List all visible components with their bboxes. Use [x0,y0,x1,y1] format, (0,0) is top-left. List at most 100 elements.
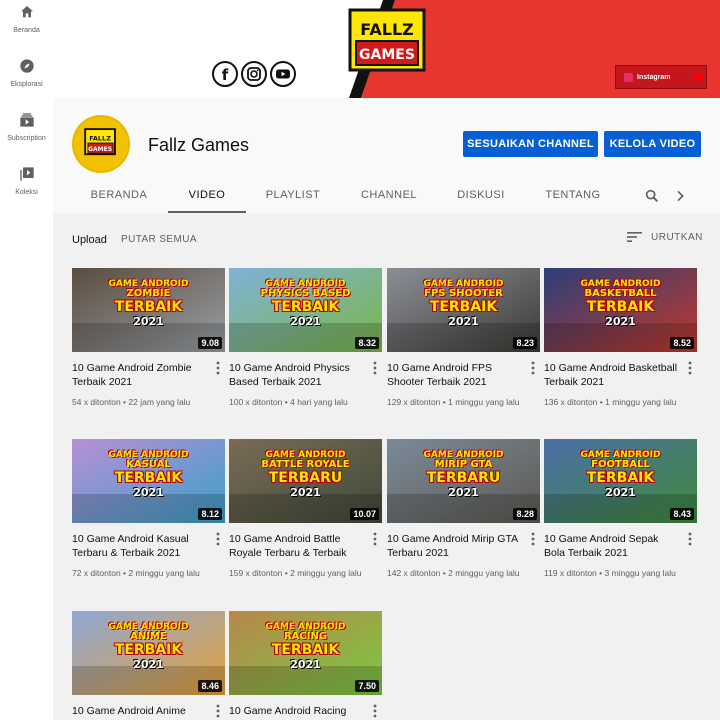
more-vert-icon[interactable] [687,361,693,375]
video-title[interactable]: 10 Game Android Battle Royale Terbaru & … [229,532,367,560]
duration-badge: 10.07 [350,508,379,520]
video-meta: 129 x ditonton • 1 minggu yang lalu [387,397,520,407]
video-title[interactable]: 10 Game Android Racing [229,704,367,718]
video-thumbnail[interactable]: GAME ANDROID PHYSICS BASED TERBAIK 2021 … [229,268,382,352]
view-count: 142 x ditonton [387,568,441,578]
video-card[interactable]: GAME ANDROID FPS SHOOTER TERBAIK 2021 8.… [387,268,540,407]
chevron-right-icon[interactable] [672,188,688,204]
more-vert-icon[interactable] [530,532,536,546]
banner-logo-line1: FALLZ [360,20,413,39]
facebook-icon[interactable]: f [212,61,238,87]
thumbnail-text: GAME ANDROID FOOTBALL TERBAIK 2021 [580,450,661,499]
video-card[interactable]: GAME ANDROID PHYSICS BASED TERBAIK 2021 … [229,268,382,407]
more-vert-icon[interactable] [215,532,221,546]
video-meta: 119 x ditonton • 3 minggu yang lalu [544,568,676,578]
video-card[interactable]: GAME ANDROID MIRIP GTA TERBARU 2021 8.28… [387,439,540,578]
search-icon[interactable] [644,188,660,204]
view-count: 72 x ditonton [72,568,121,578]
video-card[interactable]: GAME ANDROID ZOMBIE TERBAIK 2021 9.08 10… [72,268,225,407]
video-meta: 54 x ditonton • 22 jam yang lalu [72,397,191,407]
video-meta: 100 x ditonton • 4 hari yang lalu [229,397,348,407]
tab-channel[interactable]: CHANNEL [353,182,425,213]
upload-time: 1 minggu yang lalu [448,397,520,407]
avatar-line2: GAMES [88,146,112,153]
tab-beranda[interactable]: BERANDA [86,182,152,213]
svg-text:f: f [222,66,229,84]
video-card[interactable]: GAME ANDROID FOOTBALL TERBAIK 2021 8.43 … [544,439,697,578]
sidebar-item-label: Beranda [13,27,40,34]
duration-badge: 8.43 [670,508,694,520]
view-count: 100 x ditonton [229,397,283,407]
video-card[interactable]: GAME ANDROID ANIME TERBAIK 2021 8.46 10 … [72,611,225,718]
sidebar-item-library[interactable]: Koleksi [0,166,53,196]
more-vert-icon[interactable] [372,704,378,718]
thumbnail-text: GAME ANDROID ZOMBIE TERBAIK 2021 [108,279,189,328]
more-vert-icon[interactable] [215,361,221,375]
video-title[interactable]: 10 Game Android FPS Shooter Terbaik 2021 [387,361,525,389]
video-title[interactable]: 10 Game Android Sepak Bola Terbaik 2021 [544,532,682,560]
channel-tabs: BERANDA VIDEO PLAYLIST CHANNEL DISKUSI T… [53,182,720,213]
thumbnail-text: GAME ANDROID BATTLE ROYALE TERBARU 2021 [261,450,350,499]
more-vert-icon[interactable] [687,532,693,546]
more-vert-icon[interactable] [215,704,221,718]
upload-time: 1 minggu yang lalu [605,397,677,407]
video-thumbnail[interactable]: GAME ANDROID FPS SHOOTER TERBAIK 2021 8.… [387,268,540,352]
youtube-icon[interactable] [270,61,296,87]
video-card[interactable]: GAME ANDROID KASUAL TERBAIK 2021 8.12 10… [72,439,225,578]
tab-playlist[interactable]: PLAYLIST [258,182,328,213]
tab-tentang[interactable]: TENTANG [539,182,607,213]
sidebar-item-home[interactable]: Beranda [0,4,53,34]
video-meta: 142 x ditonton • 2 minggu yang lalu [387,568,520,578]
video-thumbnail[interactable]: GAME ANDROID BASKETBALL TERBAIK 2021 8.5… [544,268,697,352]
manage-videos-button[interactable]: KELOLA VIDEO [604,131,701,157]
compass-icon [19,59,34,73]
library-icon [19,167,34,181]
video-card[interactable]: GAME ANDROID BASKETBALL TERBAIK 2021 8.5… [544,268,697,407]
channel-banner: FALLZ GAMES f Instagram [53,0,720,98]
sidebar-item-label: Subscription [7,135,46,142]
more-vert-icon[interactable] [530,361,536,375]
thumbnail-text: GAME ANDROID ANIME TERBAIK 2021 [108,622,189,671]
sort-icon [627,232,642,242]
tab-diskusi[interactable]: DISKUSI [448,182,514,213]
duration-badge: 8.32 [355,337,379,349]
avatar-line1: FALLZ [89,134,111,142]
duration-badge: 8.12 [198,508,222,520]
duration-badge: 9.08 [198,337,222,349]
customize-channel-button[interactable]: SESUAIKAN CHANNEL [463,131,598,157]
video-title[interactable]: 10 Game Android Mirip GTA Terbaru 2021 [387,532,525,560]
video-title[interactable]: 10 Game Android Basketball Terbaik 2021 [544,361,682,389]
video-thumbnail[interactable]: GAME ANDROID ANIME TERBAIK 2021 8.46 [72,611,225,695]
video-title[interactable]: 10 Game Android Physics Based Terbaik 20… [229,361,367,389]
more-vert-icon[interactable] [372,361,378,375]
video-title[interactable]: 10 Game Android Kasual Terbaru & Terbaik… [72,532,210,560]
banner-links[interactable]: Instagram [615,65,707,89]
tab-video[interactable]: VIDEO [168,182,246,213]
video-thumbnail[interactable]: GAME ANDROID BATTLE ROYALE TERBARU 2021 … [229,439,382,523]
sidebar-item-label: Eksplorasi [10,81,43,88]
video-meta: 72 x ditonton • 2 minggu yang lalu [72,568,200,578]
video-title[interactable]: 10 Game Android Zombie Terbaik 2021 [72,361,210,389]
sidebar-item-subscriptions[interactable]: Subscription [0,112,53,142]
duration-badge: 8.52 [670,337,694,349]
more-vert-icon[interactable] [372,532,378,546]
video-card[interactable]: GAME ANDROID BATTLE ROYALE TERBARU 2021 … [229,439,382,578]
duration-badge: 7.50 [355,680,379,692]
avatar[interactable]: FALLZ GAMES [72,115,130,173]
video-thumbnail[interactable]: GAME ANDROID ZOMBIE TERBAIK 2021 9.08 [72,268,225,352]
play-all-button[interactable]: PUTAR SEMUA [121,234,197,245]
video-thumbnail[interactable]: GAME ANDROID KASUAL TERBAIK 2021 8.12 [72,439,225,523]
video-title[interactable]: 10 Game Android Anime [72,704,210,718]
view-count: 119 x ditonton [544,568,597,578]
video-card[interactable]: GAME ANDROID RACING TERBAIK 2021 7.50 10… [229,611,382,718]
video-section: Upload PUTAR SEMUA URUTKAN GAME ANDROID … [53,213,720,720]
sidebar-item-explore[interactable]: Eksplorasi [0,58,53,88]
view-count: 136 x ditonton [544,397,598,407]
video-thumbnail[interactable]: GAME ANDROID RACING TERBAIK 2021 7.50 [229,611,382,695]
thumbnail-text: GAME ANDROID FPS SHOOTER TERBAIK 2021 [423,279,504,328]
video-thumbnail[interactable]: GAME ANDROID MIRIP GTA TERBARU 2021 8.28 [387,439,540,523]
instagram-icon[interactable] [241,61,267,87]
sort-button[interactable]: URUTKAN [627,231,703,243]
video-thumbnail[interactable]: GAME ANDROID FOOTBALL TERBAIK 2021 8.43 [544,439,697,523]
thumbnail-text: GAME ANDROID KASUAL TERBAIK 2021 [108,450,189,499]
